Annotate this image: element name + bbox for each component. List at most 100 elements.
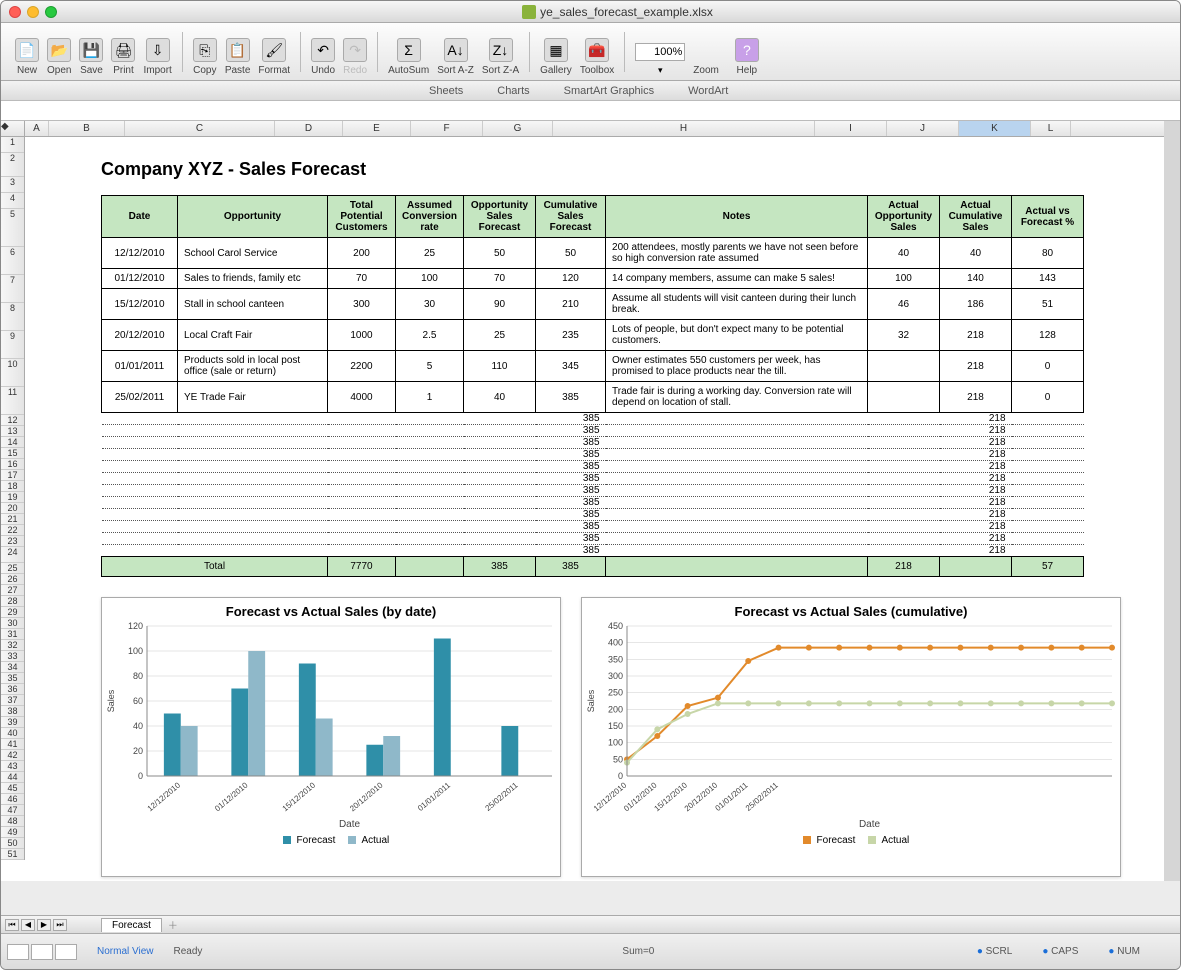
sheet-tab-forecast[interactable]: Forecast bbox=[101, 918, 162, 932]
col-header[interactable]: E bbox=[343, 121, 411, 136]
select-all-corner[interactable]: ◆ bbox=[1, 121, 25, 136]
table-row[interactable]: 385218 bbox=[102, 449, 1084, 461]
column-headers[interactable]: ◆ A B C D E F G H I J K L bbox=[1, 121, 1164, 137]
svg-text:01/12/2010: 01/12/2010 bbox=[213, 780, 250, 813]
table-row[interactable]: 385218 bbox=[102, 521, 1084, 533]
bar-chart-svg: 02040608010012012/12/201001/12/201015/12… bbox=[102, 621, 562, 831]
sort-za-icon: Z↓ bbox=[489, 38, 513, 62]
svg-text:100: 100 bbox=[608, 738, 623, 748]
sort-az-icon: A↓ bbox=[444, 38, 468, 62]
svg-text:40: 40 bbox=[133, 721, 143, 731]
chart-forecast-vs-actual-by-date[interactable]: Forecast vs Actual Sales (by date) 02040… bbox=[101, 597, 561, 877]
legend-swatch-forecast bbox=[283, 836, 291, 844]
zoom-control[interactable]: ▾ bbox=[631, 25, 689, 78]
tab-charts[interactable]: Charts bbox=[489, 83, 537, 99]
col-header[interactable]: H bbox=[553, 121, 815, 136]
table-total-row: Total777038538521857 bbox=[102, 557, 1084, 577]
legend-swatch-actual bbox=[348, 836, 356, 844]
table-row[interactable]: 15/12/2010Stall in school canteen3003090… bbox=[102, 289, 1084, 320]
svg-text:15/12/2010: 15/12/2010 bbox=[281, 780, 318, 813]
row-headers[interactable]: 1234567891011121314151617181920212223242… bbox=[1, 137, 25, 860]
view-normal-icon[interactable] bbox=[7, 944, 29, 960]
format-button[interactable]: 🖌Format bbox=[254, 25, 294, 78]
col-header[interactable]: L bbox=[1031, 121, 1071, 136]
copy-button[interactable]: ⎘Copy bbox=[189, 25, 221, 78]
minimize-icon[interactable] bbox=[27, 6, 39, 18]
status-normal-view: Normal View bbox=[97, 946, 154, 957]
table-row[interactable]: 25/02/2011YE Trade Fair4000140385Trade f… bbox=[102, 382, 1084, 413]
svg-text:0: 0 bbox=[138, 771, 143, 781]
col-header[interactable]: K bbox=[959, 121, 1031, 136]
print-icon: 🖨 bbox=[111, 38, 135, 62]
legend-swatch-forecast bbox=[803, 836, 811, 844]
col-header[interactable]: C bbox=[125, 121, 275, 136]
table-row[interactable]: 385218 bbox=[102, 461, 1084, 473]
table-row[interactable]: 385218 bbox=[102, 533, 1084, 545]
col-header[interactable]: G bbox=[483, 121, 553, 136]
tab-nav-first-icon[interactable]: ⏮ bbox=[5, 919, 19, 931]
table-row[interactable]: 12/12/2010School Carol Service2002550502… bbox=[102, 238, 1084, 269]
tab-smartart[interactable]: SmartArt Graphics bbox=[556, 83, 662, 99]
table-row[interactable]: 385218 bbox=[102, 413, 1084, 425]
col-header[interactable]: A bbox=[25, 121, 49, 136]
table-row[interactable]: 385218 bbox=[102, 485, 1084, 497]
sigma-icon: Σ bbox=[397, 38, 421, 62]
view-break-icon[interactable] bbox=[55, 944, 77, 960]
help-button[interactable]: ?Help bbox=[731, 25, 763, 78]
svg-text:12/12/2010: 12/12/2010 bbox=[146, 780, 183, 813]
sort-za-button[interactable]: Z↓Sort Z-A bbox=[478, 25, 523, 78]
close-icon[interactable] bbox=[9, 6, 21, 18]
ribbon-tabs: Sheets Charts SmartArt Graphics WordArt bbox=[1, 81, 1180, 101]
new-button[interactable]: 📄New bbox=[11, 25, 43, 78]
col-header[interactable]: F bbox=[411, 121, 483, 136]
col-header[interactable]: J bbox=[887, 121, 959, 136]
tab-nav-prev-icon[interactable]: ◀ bbox=[21, 919, 35, 931]
th-date: Date bbox=[102, 196, 178, 238]
chart-legend: Forecast Actual bbox=[582, 831, 1120, 850]
svg-text:80: 80 bbox=[133, 671, 143, 681]
col-header[interactable]: I bbox=[815, 121, 887, 136]
col-header[interactable]: D bbox=[275, 121, 343, 136]
import-button[interactable]: ⇩Import bbox=[139, 25, 175, 78]
table-row[interactable]: 01/01/2011Products sold in local post of… bbox=[102, 351, 1084, 382]
undo-button[interactable]: ↶Undo bbox=[307, 25, 339, 78]
redo-button[interactable]: ↷Redo bbox=[339, 25, 371, 78]
svg-text:250: 250 bbox=[608, 688, 623, 698]
table-row[interactable]: 01/12/2010Sales to friends, family etc70… bbox=[102, 269, 1084, 289]
print-button[interactable]: 🖨Print bbox=[107, 25, 139, 78]
svg-text:450: 450 bbox=[608, 621, 623, 631]
table-row[interactable]: 385218 bbox=[102, 497, 1084, 509]
table-row[interactable]: 385218 bbox=[102, 425, 1084, 437]
tab-nav-last-icon[interactable]: ⏭ bbox=[53, 919, 67, 931]
forecast-table[interactable]: Date Opportunity Total Potential Custome… bbox=[101, 195, 1084, 577]
sort-az-button[interactable]: A↓Sort A-Z bbox=[433, 25, 478, 78]
add-sheet-icon[interactable]: ＋ bbox=[168, 917, 178, 932]
svg-text:Sales: Sales bbox=[106, 689, 116, 712]
chart-forecast-vs-actual-cumulative[interactable]: Forecast vs Actual Sales (cumulative) 05… bbox=[581, 597, 1121, 877]
paste-button[interactable]: 📋Paste bbox=[221, 25, 255, 78]
zoom-window-icon[interactable] bbox=[45, 6, 57, 18]
table-row[interactable]: 20/12/2010Local Craft Fair10002.525235Lo… bbox=[102, 320, 1084, 351]
gallery-button[interactable]: ▦Gallery bbox=[536, 25, 576, 78]
tab-sheets[interactable]: Sheets bbox=[421, 83, 471, 99]
tab-nav-next-icon[interactable]: ▶ bbox=[37, 919, 51, 931]
zoom-input[interactable] bbox=[635, 43, 685, 61]
table-row[interactable]: 385218 bbox=[102, 545, 1084, 557]
help-icon: ? bbox=[735, 38, 759, 62]
line-chart-svg: 05010015020025030035040045012/12/201001/… bbox=[582, 621, 1122, 831]
status-ready: Ready bbox=[174, 946, 203, 957]
table-row[interactable]: 385218 bbox=[102, 473, 1084, 485]
table-row[interactable]: 385218 bbox=[102, 509, 1084, 521]
open-icon: 📂 bbox=[47, 38, 71, 62]
view-page-icon[interactable] bbox=[31, 944, 53, 960]
open-button[interactable]: 📂Open bbox=[43, 25, 75, 78]
table-row[interactable]: 385218 bbox=[102, 437, 1084, 449]
col-header[interactable]: B bbox=[49, 121, 125, 136]
tab-wordart[interactable]: WordArt bbox=[680, 83, 736, 99]
save-button[interactable]: 💾Save bbox=[75, 25, 107, 78]
autosum-button[interactable]: ΣAutoSum bbox=[384, 25, 433, 78]
formula-bar[interactable] bbox=[1, 101, 1180, 121]
toolbox-icon: 🧰 bbox=[585, 38, 609, 62]
toolbox-button[interactable]: 🧰Toolbox bbox=[576, 25, 618, 78]
paste-icon: 📋 bbox=[226, 38, 250, 62]
